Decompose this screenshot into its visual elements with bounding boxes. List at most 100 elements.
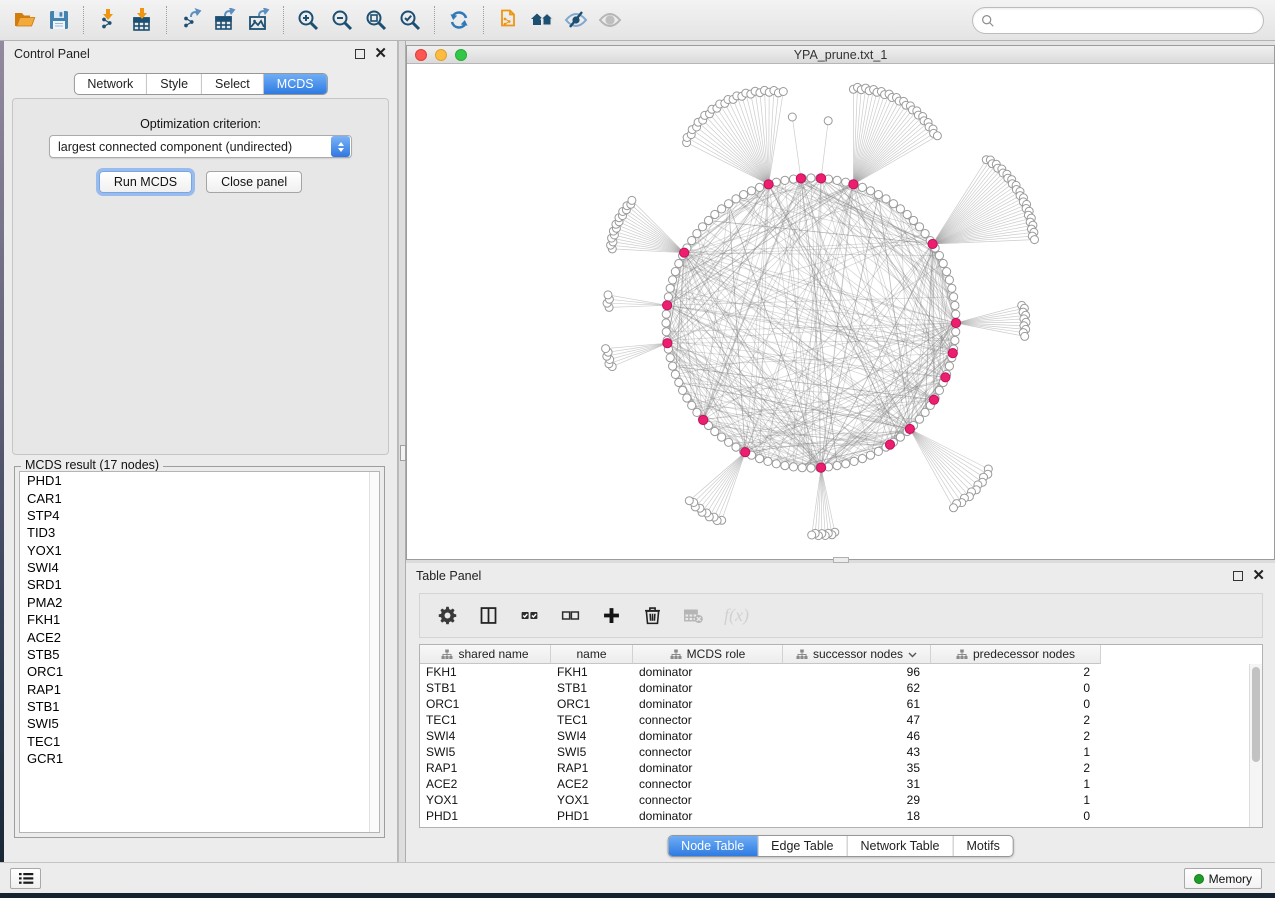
tab-select[interactable]: Select xyxy=(201,74,263,94)
cell-MCDS-role: dominator xyxy=(633,760,783,776)
mcds-result-item[interactable]: STB1 xyxy=(20,698,379,715)
mcds-list-scrollbar[interactable] xyxy=(369,472,379,832)
table-row[interactable]: SWI4SWI4dominator462 xyxy=(420,728,1262,744)
export-network-button[interactable] xyxy=(174,4,208,36)
table-tabs: Node TableEdge TableNetwork TableMotifs xyxy=(667,835,1014,857)
float-panel-icon[interactable] xyxy=(1233,571,1243,581)
float-panel-icon[interactable] xyxy=(355,49,365,59)
tab-style[interactable]: Style xyxy=(146,74,201,94)
new-network-from-selection-button[interactable] xyxy=(491,4,525,36)
table-row[interactable]: RAP1RAP1dominator352 xyxy=(420,760,1262,776)
show-panels-button[interactable] xyxy=(10,868,41,889)
header-filler xyxy=(1101,645,1262,664)
plus-button[interactable] xyxy=(601,605,622,626)
splitter-grip[interactable] xyxy=(400,445,406,461)
zoom-in-button[interactable] xyxy=(291,4,325,36)
mcds-result-item[interactable]: CAR1 xyxy=(20,489,379,506)
network-graph-canvas[interactable] xyxy=(407,64,1274,559)
import-table-button[interactable] xyxy=(125,4,159,36)
cell-predecessor-nodes: 2 xyxy=(931,728,1101,744)
mcds-result-item[interactable]: TID3 xyxy=(20,524,379,541)
houses-button[interactable] xyxy=(525,4,559,36)
mcds-result-item[interactable]: ACE2 xyxy=(20,628,379,645)
scrollbar-thumb[interactable] xyxy=(1252,667,1260,762)
refresh-layout-button[interactable] xyxy=(442,4,476,36)
table-row[interactable]: ORC1ORC1dominator610 xyxy=(420,696,1262,712)
tab-node-table[interactable]: Node Table xyxy=(668,836,757,856)
column-header-MCDS-role[interactable]: MCDS role xyxy=(633,645,783,664)
tab-network-table[interactable]: Network Table xyxy=(847,836,953,856)
save-floppy-button[interactable] xyxy=(42,4,76,36)
zoom-selected-button[interactable] xyxy=(393,4,427,36)
run-mcds-button[interactable]: Run MCDS xyxy=(99,171,192,193)
column-label: name xyxy=(576,647,606,661)
network-window-titlebar: YPA_prune.txt_1 xyxy=(407,46,1274,64)
tab-mcds[interactable]: MCDS xyxy=(263,74,327,94)
column-header-predecessor-nodes[interactable]: predecessor nodes xyxy=(931,645,1101,664)
mcds-result-item[interactable]: PMA2 xyxy=(20,594,379,611)
table-delete-button xyxy=(683,605,704,626)
mcds-result-item[interactable]: ORC1 xyxy=(20,663,379,680)
table-panel: Table Panel ✕ f(x) shared name name MCDS r… xyxy=(406,563,1275,862)
column-header-successor-nodes[interactable]: successor nodes xyxy=(783,645,931,664)
trash-button[interactable] xyxy=(642,605,663,626)
tab-edge-table[interactable]: Edge Table xyxy=(757,836,846,856)
cell-shared-name: STB1 xyxy=(420,680,551,696)
control-panel-title: Control Panel xyxy=(14,47,355,61)
cell-predecessor-nodes: 2 xyxy=(931,712,1101,728)
cell-predecessor-nodes: 1 xyxy=(931,792,1101,808)
mcds-result-item[interactable]: SWI5 xyxy=(20,715,379,732)
search-field[interactable] xyxy=(972,7,1264,34)
select-all-checks-button[interactable] xyxy=(519,605,540,626)
mcds-result-item[interactable]: STP4 xyxy=(20,507,379,524)
mcds-result-item[interactable]: PHD1 xyxy=(20,472,379,489)
zoom-out-button[interactable] xyxy=(325,4,359,36)
table-row[interactable]: STB1STB1dominator620 xyxy=(420,680,1262,696)
mcds-result-item[interactable]: FKH1 xyxy=(20,611,379,628)
open-folder-button[interactable] xyxy=(8,4,42,36)
mcds-result-item[interactable]: RAP1 xyxy=(20,681,379,698)
column-header-name[interactable]: name xyxy=(551,645,633,664)
hide-selected-button[interactable] xyxy=(559,4,593,36)
cell-filler xyxy=(1101,776,1262,792)
table-row[interactable]: ACE2ACE2connector311 xyxy=(420,776,1262,792)
close-panel-icon[interactable]: ✕ xyxy=(1252,571,1265,581)
mcds-result-item[interactable]: SRD1 xyxy=(20,576,379,593)
zoom-fit-button[interactable] xyxy=(359,4,393,36)
mcds-result-item[interactable]: SWI4 xyxy=(20,559,379,576)
cell-predecessor-nodes: 0 xyxy=(931,808,1101,824)
mcds-result-list[interactable]: PHD1CAR1STP4TID3YOX1SWI4SRD1PMA2FKH1ACE2… xyxy=(19,471,380,833)
table-panel-title: Table Panel xyxy=(416,569,1233,583)
mcds-result-item[interactable]: STB5 xyxy=(20,646,379,663)
cell-MCDS-role: connector xyxy=(633,744,783,760)
function-builder-button: f(x) xyxy=(724,605,749,626)
optimization-criterion-dropdown[interactable]: largest connected component (undirected) xyxy=(49,135,352,158)
columns-button[interactable] xyxy=(478,605,499,626)
close-panel-button[interactable]: Close panel xyxy=(206,171,302,193)
shared-column-icon xyxy=(956,649,968,660)
vertical-splitter[interactable] xyxy=(398,41,406,862)
table-row[interactable]: SWI5SWI5connector431 xyxy=(420,744,1262,760)
table-row[interactable]: TEC1TEC1connector472 xyxy=(420,712,1262,728)
mcds-result-item[interactable]: TEC1 xyxy=(20,733,379,750)
table-row[interactable]: FKH1FKH1dominator962 xyxy=(420,664,1262,680)
deselect-checks-button[interactable] xyxy=(560,605,581,626)
tab-network[interactable]: Network xyxy=(74,74,146,94)
tab-motifs[interactable]: Motifs xyxy=(952,836,1012,856)
toolbar-separator xyxy=(434,6,435,34)
gear-button[interactable] xyxy=(437,605,458,626)
mcds-result-item[interactable]: GCR1 xyxy=(20,750,379,767)
table-row[interactable]: PHD1PHD1dominator180 xyxy=(420,808,1262,824)
cell-shared-name: FKH1 xyxy=(420,664,551,680)
table-scrollbar[interactable] xyxy=(1249,664,1262,827)
table-row[interactable]: YOX1YOX1connector291 xyxy=(420,792,1262,808)
close-panel-icon[interactable]: ✕ xyxy=(374,49,387,59)
memory-button[interactable]: Memory xyxy=(1184,868,1262,889)
show-all-button[interactable] xyxy=(593,4,627,36)
mcds-result-item[interactable]: YOX1 xyxy=(20,542,379,559)
export-image-button[interactable] xyxy=(242,4,276,36)
search-input[interactable] xyxy=(995,14,1263,28)
export-table-button[interactable] xyxy=(208,4,242,36)
import-network-button[interactable] xyxy=(91,4,125,36)
column-header-shared-name[interactable]: shared name xyxy=(420,645,551,664)
